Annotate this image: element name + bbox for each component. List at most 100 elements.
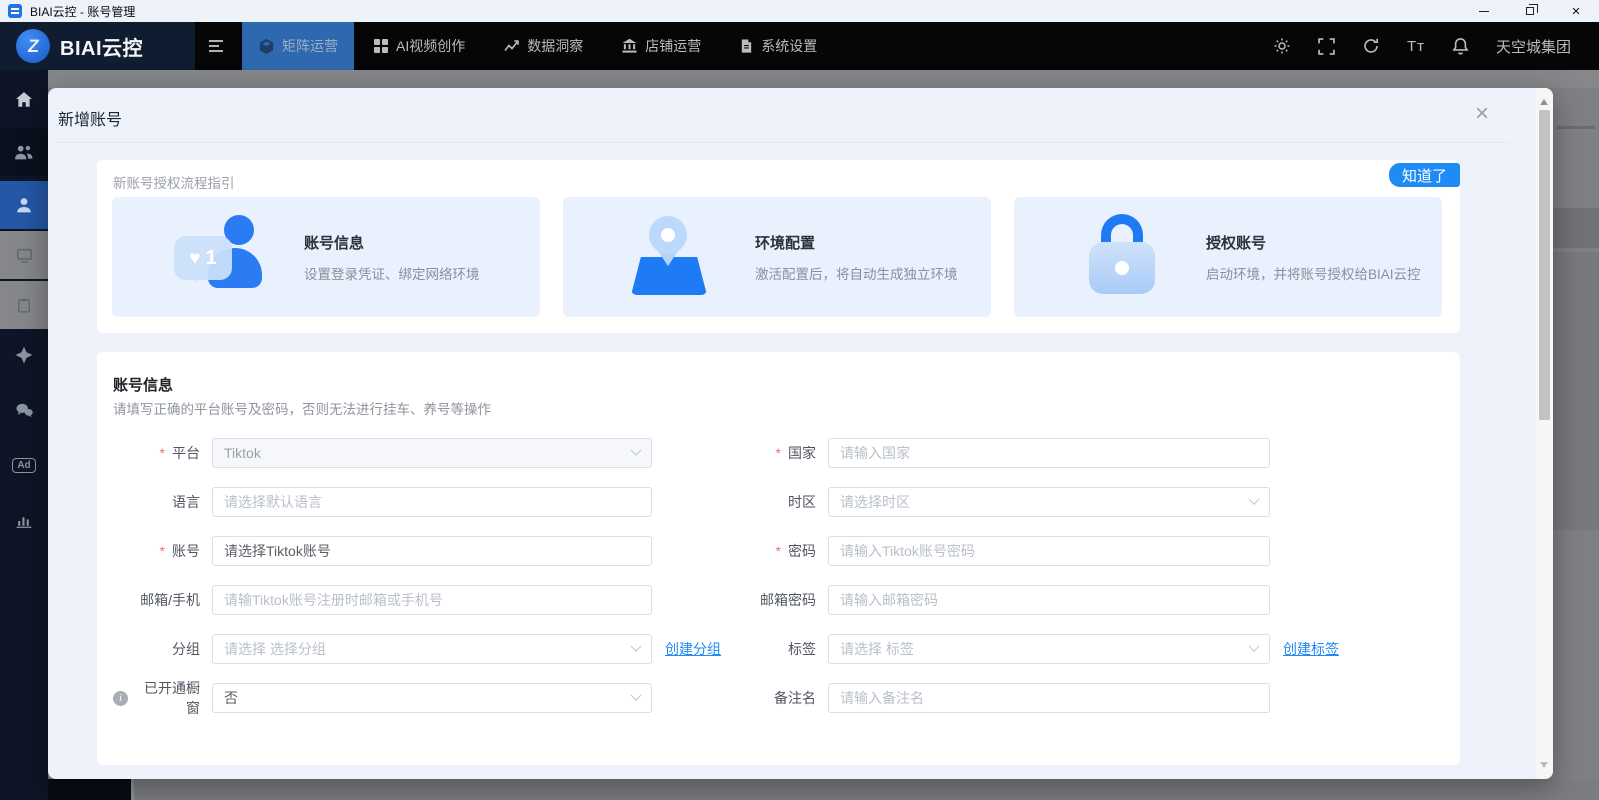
add-account-dialog: 新增账号 × 新账号授权流程指引 知道了 ♥1 账号信息 设置登录凭证、绑定网络… <box>48 88 1553 779</box>
account-input[interactable] <box>212 536 652 566</box>
monitor-icon <box>16 247 33 264</box>
refresh-icon[interactable] <box>1362 37 1380 55</box>
pinwheel-icon <box>15 346 33 364</box>
dialog-scrollbar[interactable] <box>1536 88 1553 779</box>
ai-video-icon <box>373 38 389 54</box>
email-phone-label: 邮箱/手机 <box>113 590 200 610</box>
gear-icon[interactable] <box>1273 37 1291 55</box>
chevron-down-icon <box>630 690 641 701</box>
shop-icon <box>621 38 638 54</box>
top-navbar: Z BIAI云控 矩阵运营 AI视频创作 数据洞察 店铺运营 <box>0 22 1599 70</box>
country-input[interactable] <box>828 438 1270 468</box>
create-tag-link[interactable]: 创建标签 <box>1283 639 1339 659</box>
dimmed-background-right <box>1553 88 1599 779</box>
language-input[interactable] <box>212 487 652 517</box>
minimize-button[interactable] <box>1461 0 1507 22</box>
sidebar-item-team[interactable] <box>0 128 48 176</box>
guide-section: 新账号授权流程指引 知道了 ♥1 账号信息 设置登录凭证、绑定网络环境 <box>97 160 1460 333</box>
platform-select[interactable]: Tiktok <box>212 438 652 468</box>
timezone-select[interactable]: 请选择时区 <box>828 487 1270 517</box>
authorize-icon <box>1076 211 1168 303</box>
guide-card-title: 账号信息 <box>304 232 480 253</box>
guide-heading: 新账号授权流程指引 <box>113 172 235 192</box>
sidebar-item-messages[interactable] <box>0 386 48 434</box>
dimmed-background <box>48 70 1599 88</box>
scroll-up-icon[interactable] <box>1540 95 1548 105</box>
titlebar: BIAI云控 - 账号管理 × <box>0 0 1599 22</box>
heart-icon: ♥ <box>189 249 200 268</box>
bell-icon[interactable] <box>1452 37 1469 55</box>
account-label: 账号 <box>113 541 200 561</box>
password-input[interactable] <box>828 536 1270 566</box>
minimize-icon <box>1479 11 1489 12</box>
chevron-down-icon <box>630 445 641 456</box>
account-icon <box>15 196 33 214</box>
group-label: 分组 <box>113 639 200 659</box>
language-label: 语言 <box>113 492 200 512</box>
tenant-name[interactable]: 天空城集团 <box>1496 36 1571 57</box>
guide-card-title: 授权账号 <box>1206 232 1421 253</box>
account-info-icon: ♥1 <box>174 211 266 303</box>
group-select[interactable]: 请选择 选择分组 <box>212 634 652 664</box>
email-password-label: 邮箱密码 <box>713 590 816 610</box>
badge-count: 1 <box>206 247 217 270</box>
fullscreen-icon[interactable] <box>1318 38 1335 55</box>
font-size-icon[interactable]: Tт <box>1407 38 1425 55</box>
tab-system-settings[interactable]: 系统设置 <box>725 22 831 70</box>
window-title: BIAI云控 - 账号管理 <box>30 3 135 20</box>
got-it-button[interactable]: 知道了 <box>1389 163 1460 187</box>
remark-input[interactable] <box>828 683 1270 713</box>
country-label: 国家 <box>713 443 816 463</box>
ads-icon: Ad <box>12 458 35 473</box>
team-icon <box>14 143 34 161</box>
close-window-button[interactable]: × <box>1553 0 1599 22</box>
restore-icon <box>1526 7 1534 15</box>
tab-ai-video[interactable]: AI视频创作 <box>359 22 479 70</box>
sidebar-item-ads[interactable]: Ad <box>0 441 48 489</box>
guide-card-authorize: 授权账号 启动环境，并将账号授权给BIAI云控 <box>1014 197 1442 317</box>
sidebar-item-tasks[interactable] <box>0 281 48 329</box>
password-label: 密码 <box>713 541 816 561</box>
timezone-label: 时区 <box>713 492 816 512</box>
tab-matrix-operation[interactable]: 矩阵运营 <box>242 22 354 70</box>
brand-name: BIAI云控 <box>60 32 143 61</box>
shop-window-select[interactable]: 否 <box>212 683 652 713</box>
brand: Z BIAI云控 <box>0 22 195 70</box>
sidebar-item-account-management[interactable] <box>0 181 48 229</box>
sidebar-item-analytics[interactable] <box>0 496 48 544</box>
dialog-close-button[interactable]: × <box>1475 102 1489 126</box>
sidebar-item-home[interactable] <box>0 76 48 124</box>
hamburger-icon <box>209 40 223 52</box>
nav-tabs: 矩阵运营 AI视频创作 数据洞察 店铺运营 系统设置 <box>237 22 836 70</box>
account-info-form: 账号信息 请填写正确的平台账号及密码，否则无法进行挂车、养号等操作 平台 Tik… <box>97 352 1460 765</box>
settings-icon <box>739 38 754 54</box>
sidebar: Ad <box>0 70 48 800</box>
tab-shop-operation[interactable]: 店铺运营 <box>607 22 715 70</box>
guide-card-environment: 环境配置 激活配置后，将自动生成独立环境 <box>563 197 991 317</box>
guide-card-desc: 设置登录凭证、绑定网络环境 <box>304 263 480 283</box>
scroll-down-icon[interactable] <box>1540 762 1548 772</box>
guide-card-account-info: ♥1 账号信息 设置登录凭证、绑定网络环境 <box>112 197 540 317</box>
clipboard-icon <box>16 297 32 314</box>
sidebar-item-device[interactable] <box>0 231 48 279</box>
environment-icon <box>625 211 717 303</box>
close-icon: × <box>1572 4 1581 19</box>
divider <box>56 142 1510 143</box>
guide-card-title: 环境配置 <box>755 232 958 253</box>
email-password-input[interactable] <box>828 585 1270 615</box>
info-icon[interactable]: i <box>113 691 128 706</box>
remark-label: 备注名 <box>713 688 816 708</box>
menu-collapse-button[interactable] <box>195 22 237 70</box>
sidebar-item-matrix[interactable] <box>0 331 48 379</box>
form-subtitle: 请填写正确的平台账号及密码，否则无法进行挂车、养号等操作 <box>113 398 491 418</box>
app-window: BIAI云控 - 账号管理 × Z BIAI云控 矩阵运营 AI视频创作 <box>0 0 1599 800</box>
scrollbar-thumb[interactable] <box>1539 110 1550 420</box>
shop-window-label: i 已开通橱窗 <box>113 678 200 718</box>
tag-select[interactable]: 请选择 标签 <box>828 634 1270 664</box>
chevron-down-icon <box>1248 494 1259 505</box>
tab-data-insight[interactable]: 数据洞察 <box>489 22 597 70</box>
nav-actions: Tт 天空城集团 <box>1273 22 1599 70</box>
restore-button[interactable] <box>1507 0 1553 22</box>
email-phone-input[interactable] <box>212 585 652 615</box>
matrix-icon <box>258 38 275 55</box>
